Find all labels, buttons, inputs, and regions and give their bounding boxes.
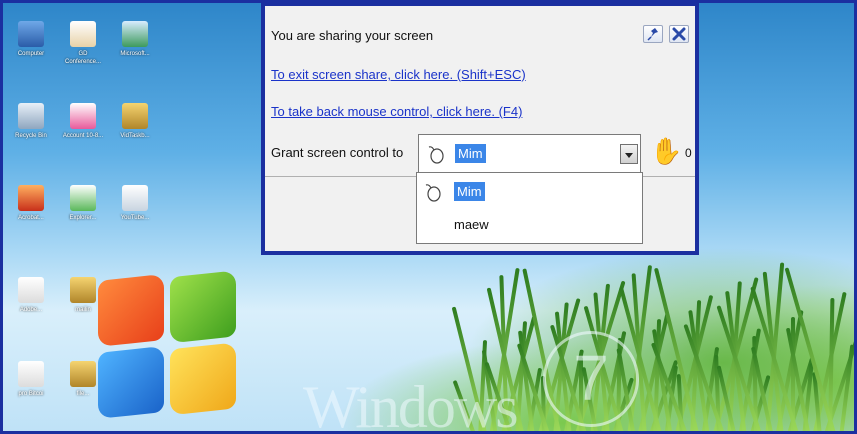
desktop-icon-label: Account 10-8... xyxy=(62,133,104,139)
desktop-icon-mailin[interactable]: mailin xyxy=(61,277,105,314)
grant-control-select[interactable]: Mim xyxy=(418,134,641,174)
desktop-icon-label: Adobe... xyxy=(19,307,43,313)
folder-icon xyxy=(122,103,148,129)
desktop-icon-label: YouTube... xyxy=(120,215,150,221)
file-icon xyxy=(122,185,148,211)
blank-file-icon xyxy=(18,361,44,387)
chevron-down-icon[interactable] xyxy=(620,144,638,164)
desktop-icon-acrobat[interactable]: Acrobat... xyxy=(9,185,53,222)
desktop-icon-label: Computer xyxy=(17,51,45,57)
desktop-icon-label: Recycle Bin xyxy=(15,133,47,139)
windows-logo xyxy=(98,265,248,431)
desktop-icon-computer[interactable]: Computer xyxy=(9,21,53,58)
desktop-icon-file[interactable]: file... xyxy=(61,361,105,398)
spreadsheet-icon xyxy=(122,21,148,47)
pin-button[interactable] xyxy=(643,25,663,43)
hand-count: 0 xyxy=(685,146,692,160)
screen-frame: Windows 7 Computer GD Conference... Micr… xyxy=(0,0,857,434)
desktop-icon-vid[interactable]: VidTaskb... xyxy=(113,103,157,140)
desktop-icon-label: mailin xyxy=(75,307,91,313)
blank-file-icon xyxy=(18,277,44,303)
close-icon xyxy=(672,27,686,41)
desktop-icon-adobe[interactable]: Adobe... xyxy=(9,277,53,314)
desktop-icon-label: Microsoft... xyxy=(120,51,150,57)
document-icon xyxy=(70,21,96,47)
desktop-icon-label: GD Conference... xyxy=(64,51,102,65)
file-icon xyxy=(70,103,96,129)
recycle-bin-icon xyxy=(18,103,44,129)
dropdown-option-maew[interactable]: maew xyxy=(454,217,489,232)
close-button[interactable] xyxy=(669,25,689,43)
pin-icon xyxy=(647,28,658,41)
desktop-icon-microsoft[interactable]: Microsoft... xyxy=(113,21,157,58)
desktop-icon-bitcoin[interactable]: pro Bitcoi xyxy=(9,361,53,398)
desktop-icon-explorer[interactable]: Explorer... xyxy=(61,185,105,222)
user-dropdown-list: Mim maew xyxy=(416,172,643,244)
raise-hand-icon[interactable]: ✋ xyxy=(650,136,682,166)
computer-icon xyxy=(18,21,44,47)
grant-control-label: Grant screen control to xyxy=(271,145,404,160)
folder-icon xyxy=(70,277,96,303)
desktop-icon-label: pro Bitcoi xyxy=(18,391,44,397)
desktop-icon-label: Explorer... xyxy=(69,215,97,221)
desktop-icon-recycle[interactable]: Recycle Bin xyxy=(9,103,53,140)
desktop-icon-account[interactable]: Account 10-8... xyxy=(61,103,105,140)
sharing-status-text: You are sharing your screen xyxy=(271,28,434,43)
app-icon xyxy=(18,185,44,211)
exit-share-link[interactable]: To exit screen share, click here. (Shift… xyxy=(271,67,526,82)
desktop-icon-label: file... xyxy=(76,391,90,397)
selected-user: Mim xyxy=(455,144,486,163)
desktop-icon-label: Acrobat... xyxy=(18,215,44,221)
desktop-icon-label: VidTaskb... xyxy=(120,133,150,139)
wallpaper-text: Windows xyxy=(303,374,519,434)
take-back-mouse-link[interactable]: To take back mouse control, click here. … xyxy=(271,104,522,119)
dropdown-option-label: Mim xyxy=(454,182,485,201)
desktop-icon-gd[interactable]: GD Conference... xyxy=(61,21,105,66)
mouse-icon xyxy=(428,146,444,164)
excel-file-icon xyxy=(70,185,96,211)
wallpaper-number: 7 xyxy=(543,331,639,427)
folder-icon xyxy=(70,361,96,387)
mouse-icon xyxy=(425,184,441,202)
desktop-icon-youtube[interactable]: YouTube... xyxy=(113,185,157,222)
